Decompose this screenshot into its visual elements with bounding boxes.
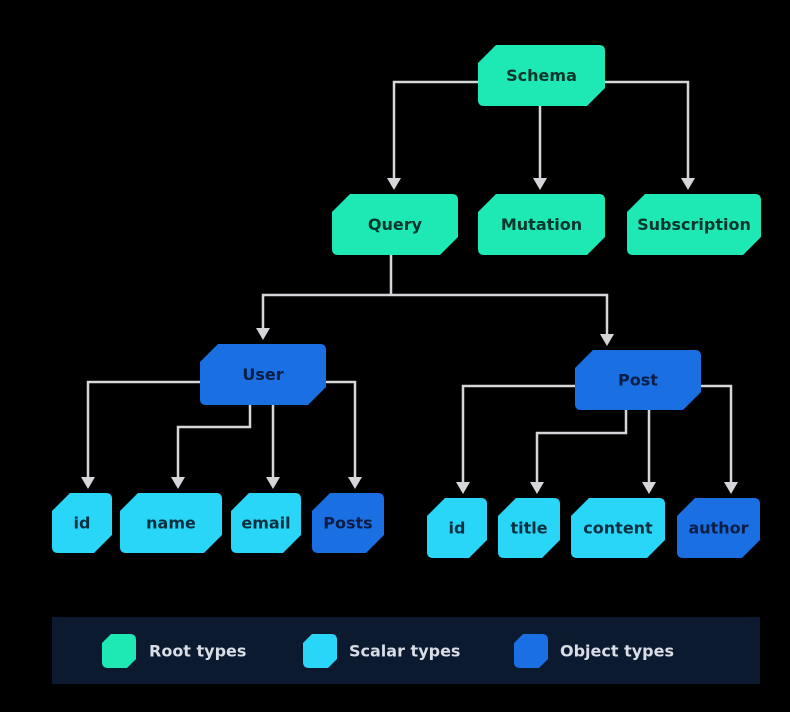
node-user[interactable]: User <box>200 344 326 405</box>
arrowhead-icon <box>530 482 544 494</box>
scalar-type-shape <box>303 634 337 668</box>
node-user-email[interactable]: email <box>231 493 301 553</box>
object-type-shape <box>514 634 548 668</box>
arrowhead-icon <box>724 482 738 494</box>
node-label: Subscription <box>637 215 751 234</box>
node-schema[interactable]: Schema <box>478 45 605 106</box>
edge-query-user <box>261 293 391 334</box>
legend-label: Root types <box>149 642 246 661</box>
node-post[interactable]: Post <box>575 350 701 410</box>
edges <box>86 80 733 488</box>
node-label: email <box>241 514 290 533</box>
node-post-id[interactable]: id <box>427 498 487 558</box>
arrowhead-icon <box>348 477 362 489</box>
graphql-schema-diagram: Schema Query Mutation Subscription User … <box>52 45 761 684</box>
node-query[interactable]: Query <box>332 194 458 255</box>
arrowhead-icon <box>533 178 547 190</box>
edge-user-id <box>86 380 200 483</box>
node-label: title <box>510 519 547 538</box>
edge-schema-subscription <box>605 80 690 184</box>
arrowhead-icon <box>266 477 280 489</box>
node-label: User <box>242 365 283 384</box>
arrowhead-icon <box>81 477 95 489</box>
node-label: content <box>583 519 653 538</box>
root-type-shape <box>102 634 136 668</box>
edge-schema-query <box>392 80 478 184</box>
node-mutation[interactable]: Mutation <box>478 194 605 255</box>
node-label: name <box>146 514 196 533</box>
edge-post-id <box>461 384 575 488</box>
node-post-title[interactable]: title <box>498 498 560 558</box>
node-user-id[interactable]: id <box>52 493 112 553</box>
node-label: id <box>449 519 466 538</box>
node-post-content[interactable]: content <box>571 498 665 558</box>
arrowhead-icon <box>256 328 270 340</box>
node-subscription[interactable]: Subscription <box>627 194 761 255</box>
arrowhead-icon <box>681 178 695 190</box>
edge-post-title <box>535 410 628 488</box>
node-user-posts[interactable]: Posts <box>312 493 384 553</box>
arrowhead-icon <box>387 178 401 190</box>
edge-user-name <box>176 405 252 483</box>
node-label: Mutation <box>501 215 582 234</box>
node-post-author[interactable]: author <box>677 498 760 558</box>
legend-label: Object types <box>560 642 674 661</box>
edge-query-post <box>391 293 609 340</box>
node-label: Query <box>368 215 423 234</box>
node-label: Posts <box>323 514 372 533</box>
arrowhead-icon <box>600 334 614 346</box>
node-user-name[interactable]: name <box>120 493 222 553</box>
node-label: Post <box>618 371 658 390</box>
legend-label: Scalar types <box>349 642 460 661</box>
arrowhead-icon <box>456 482 470 494</box>
legend: Root types Scalar types Object types <box>52 617 760 684</box>
node-label: author <box>688 519 748 538</box>
edge-user-posts <box>326 380 357 483</box>
arrowhead-icon <box>642 482 656 494</box>
node-label: Schema <box>506 66 577 85</box>
arrowhead-icon <box>171 477 185 489</box>
node-label: id <box>74 514 91 533</box>
edge-post-author <box>701 384 733 488</box>
